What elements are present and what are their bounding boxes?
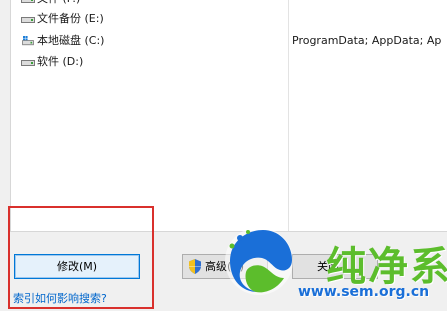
drive-icon xyxy=(21,60,35,66)
indexing-options-dialog: 文件 (F:) 文件备份 (E:) 本地磁盘 (C:) ProgramData;… xyxy=(0,0,447,311)
list-item[interactable]: 文件 (F:) xyxy=(11,0,447,9)
list-item[interactable]: 软件 (D:) xyxy=(11,52,447,72)
location-name: 文件 (F:) xyxy=(37,0,80,9)
drive-icon xyxy=(21,0,35,3)
modify-button[interactable]: 修改(M) xyxy=(14,254,140,279)
uac-shield-icon xyxy=(189,259,201,274)
location-exclusions: ProgramData; AppData; Ap xyxy=(292,34,442,47)
advanced-button-label: 高级(D) xyxy=(205,260,245,273)
location-name: 软件 (D:) xyxy=(37,55,84,68)
list-item[interactable]: 文件备份 (E:) xyxy=(11,9,447,29)
location-name: 本地磁盘 (C:) xyxy=(37,34,105,47)
watermark-url: www.sem.org.cn xyxy=(298,284,430,300)
advanced-button[interactable]: 高级(D) xyxy=(182,254,268,279)
indexed-locations-list[interactable]: 文件 (F:) 文件备份 (E:) 本地磁盘 (C:) ProgramData;… xyxy=(10,0,447,232)
location-name: 文件备份 (E:) xyxy=(37,12,104,25)
close-button[interactable]: 关闭 xyxy=(292,254,378,279)
drive-icon xyxy=(21,17,35,23)
indexing-help-link[interactable]: 索引如何影响搜索? xyxy=(13,290,107,306)
windows-drive-icon xyxy=(22,36,34,46)
list-item[interactable]: 本地磁盘 (C:) ProgramData; AppData; Ap xyxy=(11,31,447,51)
close-button-label: 关闭 xyxy=(317,260,339,273)
